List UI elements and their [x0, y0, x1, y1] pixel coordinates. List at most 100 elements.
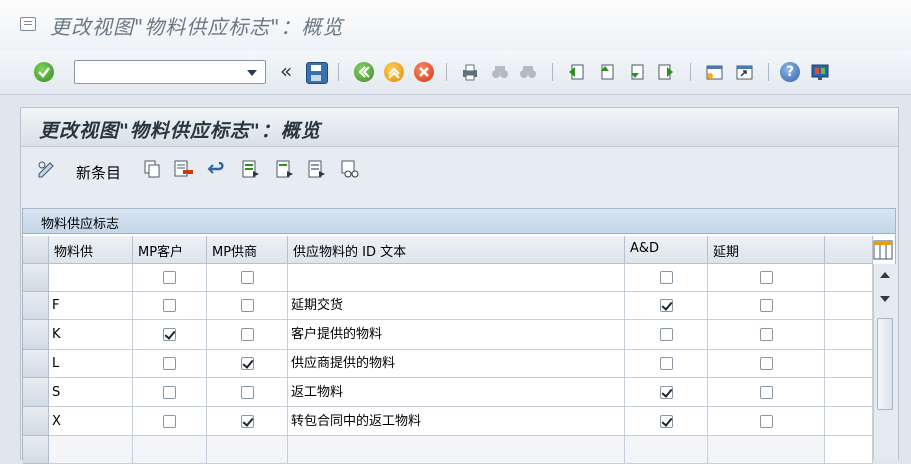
- cell-mp-vendor: [207, 292, 288, 320]
- ad-checkbox[interactable]: [660, 328, 673, 341]
- find-next-icon[interactable]: [518, 62, 538, 82]
- deferred-checkbox[interactable]: [760, 357, 773, 370]
- ad-checkbox[interactable]: [660, 299, 673, 312]
- window-title: 更改视图"物料供应标志"：概览: [50, 15, 344, 39]
- cell-id-text[interactable]: [288, 264, 625, 292]
- mp-vendor-checkbox[interactable]: [241, 386, 254, 399]
- cell-supply-key[interactable]: S: [49, 378, 133, 407]
- first-page-icon[interactable]: [566, 62, 586, 82]
- cell-mp-customer: [133, 320, 207, 350]
- cell-supply-key[interactable]: K: [49, 320, 133, 350]
- select-all-corner[interactable]: [23, 236, 49, 264]
- create-session-icon[interactable]: [704, 62, 724, 82]
- cell-id-text[interactable]: 返工物料: [288, 378, 625, 407]
- column-header-ad[interactable]: A&D: [625, 236, 708, 264]
- ad-checkbox[interactable]: [660, 415, 673, 428]
- id-text-value: 转包合同中的返工物料: [291, 414, 422, 429]
- mp-customer-checkbox[interactable]: [163, 271, 176, 284]
- change-display-icon[interactable]: [36, 159, 54, 179]
- previous-page-icon[interactable]: [596, 62, 616, 82]
- find-icon[interactable]: [490, 62, 510, 82]
- row-selector[interactable]: [23, 407, 49, 436]
- ad-checkbox[interactable]: [660, 386, 673, 399]
- chevron-down-icon[interactable]: [247, 70, 257, 76]
- scroll-thumb[interactable]: [877, 318, 893, 410]
- cell-supply-key[interactable]: X: [49, 407, 133, 436]
- mp-vendor-checkbox[interactable]: [241, 299, 254, 312]
- deferred-checkbox[interactable]: [760, 328, 773, 341]
- row-selector[interactable]: [23, 350, 49, 378]
- scroll-up-icon[interactable]: [880, 272, 890, 278]
- undo-icon[interactable]: [207, 159, 225, 179]
- mp-vendor-checkbox[interactable]: [241, 415, 254, 428]
- cell-filler: [825, 350, 873, 378]
- mp-customer-checkbox[interactable]: [163, 299, 176, 312]
- exit-icon[interactable]: [384, 62, 404, 82]
- row-selector[interactable]: [23, 378, 49, 407]
- back-icon[interactable]: [354, 62, 374, 82]
- save-icon[interactable]: [306, 62, 328, 84]
- cell-id-text[interactable]: 客户提供的物料: [288, 320, 625, 350]
- delete-icon[interactable]: [173, 159, 193, 179]
- vertical-scrollbar[interactable]: [873, 264, 896, 460]
- id-text-value: 延期交货: [291, 298, 344, 313]
- deferred-checkbox[interactable]: [760, 271, 773, 284]
- cell-deferred: [708, 264, 825, 292]
- deferred-checkbox[interactable]: [760, 415, 773, 428]
- row-selector[interactable]: [23, 320, 49, 350]
- navigation-back-icon[interactable]: «: [280, 61, 294, 82]
- cell-supply-key[interactable]: L: [49, 350, 133, 378]
- id-text-value: 返工物料: [291, 385, 344, 400]
- cell-deferred: [708, 407, 825, 436]
- mp-vendor-checkbox[interactable]: [241, 328, 254, 341]
- mp-vendor-checkbox[interactable]: [241, 271, 254, 284]
- mp-customer-checkbox[interactable]: [163, 328, 176, 341]
- table-settings-icon[interactable]: [873, 240, 893, 260]
- supply-key-value: X: [52, 414, 61, 429]
- ad-checkbox[interactable]: [660, 357, 673, 370]
- new-entries-button[interactable]: 新条目: [76, 162, 121, 183]
- mp-customer-checkbox[interactable]: [163, 415, 176, 428]
- cell-supply-key[interactable]: F: [49, 292, 133, 320]
- column-header-id-text[interactable]: 供应物料的 ID 文本: [288, 236, 625, 264]
- copy-icon[interactable]: [143, 159, 161, 179]
- column-header-deferred[interactable]: 延期: [708, 236, 825, 264]
- column-header-supply-key[interactable]: 物料供: [49, 236, 133, 264]
- customize-layout-icon[interactable]: [810, 62, 830, 82]
- select-all-icon[interactable]: [241, 159, 259, 179]
- select-block-icon[interactable]: [275, 159, 293, 179]
- cell-filler: [825, 407, 873, 436]
- cell-mp-customer: [133, 350, 207, 378]
- cell-mp-customer: [133, 378, 207, 407]
- command-field[interactable]: [74, 60, 266, 84]
- help-icon[interactable]: ?: [780, 62, 800, 82]
- mp-customer-checkbox[interactable]: [163, 357, 176, 370]
- deferred-checkbox[interactable]: [760, 299, 773, 312]
- cell-id-text[interactable]: 供应商提供的物料: [288, 350, 625, 378]
- cell-id-text[interactable]: 延期交货: [288, 292, 625, 320]
- deferred-checkbox[interactable]: [760, 386, 773, 399]
- cell-mp-customer: [133, 264, 207, 292]
- cancel-icon[interactable]: [414, 62, 434, 82]
- next-page-icon[interactable]: [626, 62, 646, 82]
- row-selector[interactable]: [23, 264, 49, 292]
- ad-checkbox[interactable]: [660, 271, 673, 284]
- enter-icon[interactable]: [34, 62, 54, 82]
- column-header-mp-customer[interactable]: MP客户: [133, 236, 207, 264]
- cell-id-text[interactable]: 转包合同中的返工物料: [288, 407, 625, 436]
- menu-icon[interactable]: [20, 17, 36, 31]
- supply-key-value: L: [52, 356, 60, 371]
- shortcut-icon[interactable]: [734, 62, 754, 82]
- cell-mp-customer: [133, 407, 207, 436]
- deselect-all-icon[interactable]: [307, 159, 325, 179]
- row-selector[interactable]: [23, 292, 49, 320]
- scroll-down-icon[interactable]: [880, 296, 890, 302]
- print-view-icon[interactable]: [340, 159, 359, 179]
- last-page-icon[interactable]: [656, 62, 676, 82]
- mp-customer-checkbox[interactable]: [163, 386, 176, 399]
- print-icon[interactable]: [460, 62, 480, 82]
- mp-vendor-checkbox[interactable]: [241, 357, 254, 370]
- cell-supply-key[interactable]: [49, 264, 133, 292]
- column-header-mp-vendor[interactable]: MP供商: [207, 236, 288, 264]
- cell-filler: [825, 320, 873, 350]
